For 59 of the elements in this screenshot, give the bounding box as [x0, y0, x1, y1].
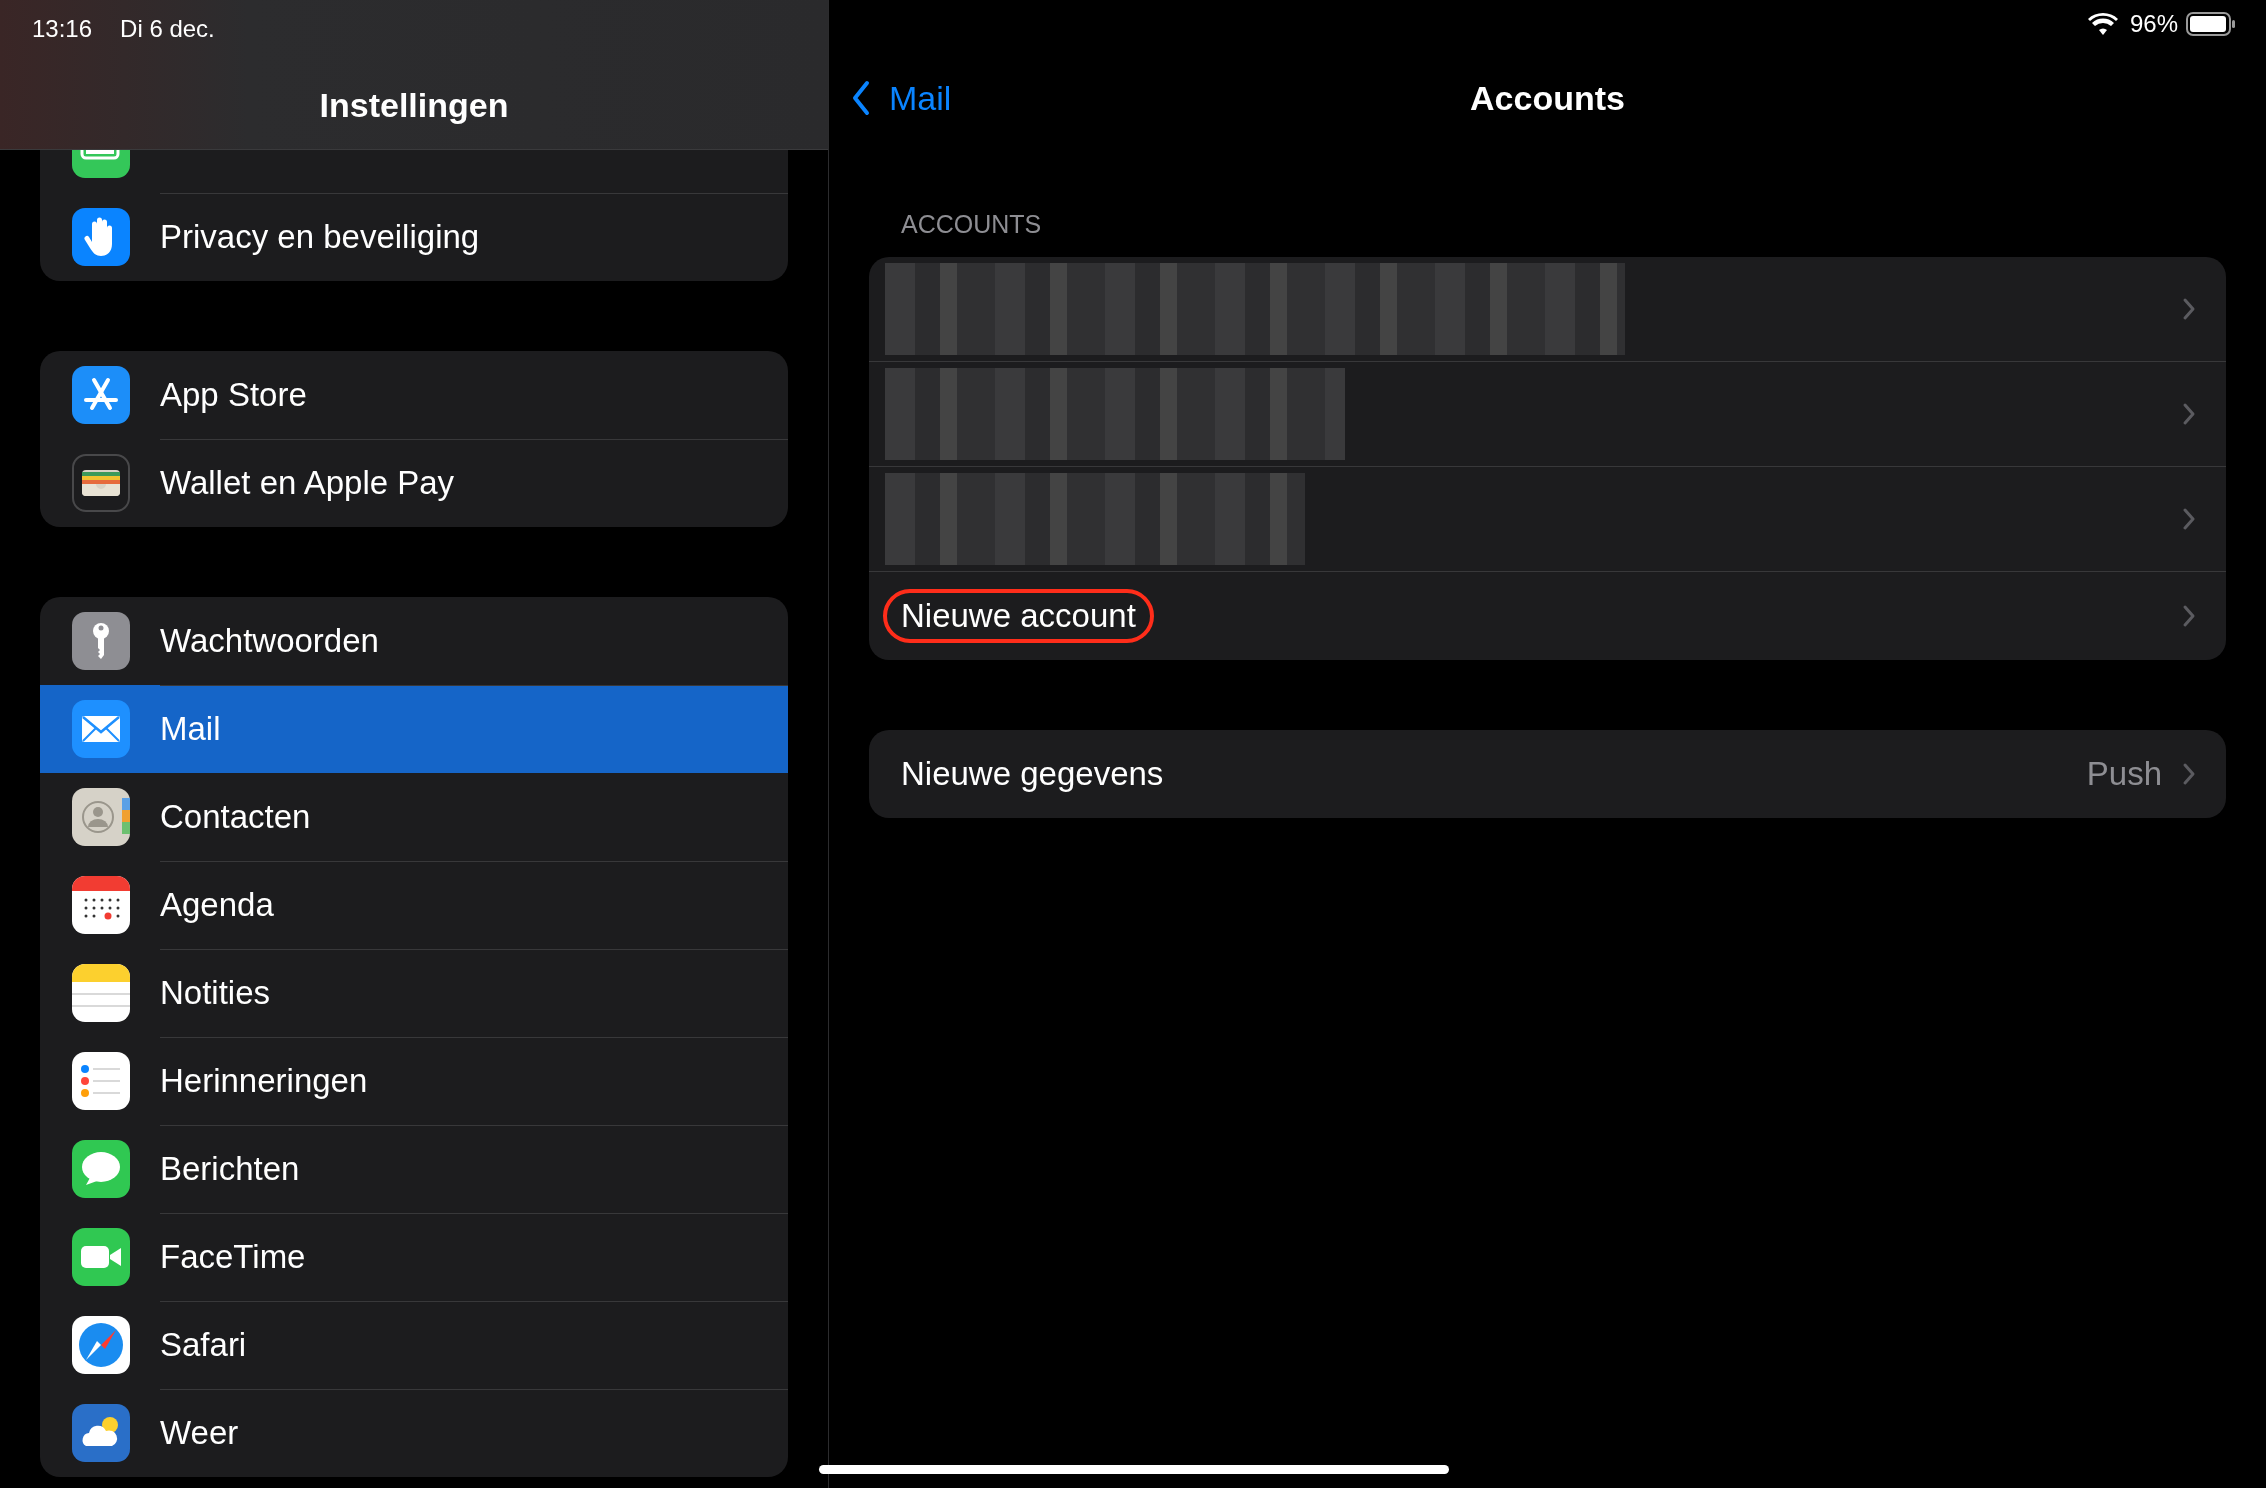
- row-label: Herinneringen: [160, 1061, 368, 1100]
- chevron-right-icon: [2182, 604, 2196, 628]
- status-time: 13:16: [32, 15, 93, 43]
- envelope-icon: [72, 700, 130, 758]
- section-header: ACCOUNTS: [900, 210, 1043, 239]
- settings-row[interactable]: Notities: [40, 949, 788, 1037]
- battery-icon: [2186, 12, 2236, 36]
- settings-row[interactable]: App Store: [40, 351, 788, 439]
- settings-row[interactable]: Safari: [40, 1301, 788, 1389]
- row-label: Wachtwoorden: [160, 621, 379, 660]
- key-icon: [72, 612, 130, 670]
- row-label: App Store: [160, 375, 307, 414]
- battery-percentage: 96%: [2129, 10, 2178, 38]
- row-label: Berichten: [160, 1149, 300, 1188]
- chevron-right-icon: [2182, 297, 2196, 321]
- row-label: Mail: [160, 709, 221, 748]
- row-label: Nieuwe gegevens: [901, 755, 1164, 793]
- settings-row[interactable]: Berichten: [40, 1125, 788, 1213]
- settings-row[interactable]: Wachtwoorden: [40, 597, 788, 685]
- notepad-icon: [72, 964, 130, 1022]
- person-icon: [72, 788, 130, 846]
- settings-row[interactable]: Contacten: [40, 773, 788, 861]
- settings-row[interactable]: Herinneringen: [40, 1037, 788, 1125]
- page-title: Accounts: [1470, 78, 1625, 118]
- back-button[interactable]: Mail: [851, 78, 952, 118]
- wifi-icon: [2087, 13, 2118, 35]
- row-label: Weer: [160, 1414, 239, 1452]
- settings-row[interactable]: Mail: [40, 685, 788, 773]
- row-label: Contacten: [160, 797, 311, 836]
- fetch-setting-row[interactable]: Nieuwe gegevens Push: [869, 730, 2226, 818]
- row-label: Safari: [160, 1325, 247, 1364]
- chevron-right-icon: [2182, 507, 2196, 531]
- speech-bubble-icon: [72, 1140, 130, 1198]
- app-store-icon: [72, 366, 130, 424]
- chevron-right-icon: [2182, 402, 2196, 426]
- chevron-left-icon: [851, 80, 871, 116]
- status-date: Di 6 dec.: [120, 15, 215, 43]
- row-label: Agenda: [160, 885, 274, 924]
- hand-icon: [72, 208, 130, 266]
- add-account-row[interactable]: Nieuwe account: [869, 572, 2226, 660]
- cloud-sun-icon: [72, 1404, 130, 1462]
- video-camera-icon: [72, 1228, 130, 1286]
- row-value: Push: [2086, 755, 2162, 793]
- settings-row[interactable]: Privacy en beveiliging: [40, 193, 788, 281]
- row-label: Wallet en Apple Pay: [160, 464, 455, 502]
- list-icon: [72, 1052, 130, 1110]
- row-label: Nieuwe account: [883, 589, 1154, 643]
- settings-row[interactable]: Agenda: [40, 861, 788, 949]
- row-label: FaceTime: [160, 1237, 306, 1276]
- wallet-icon: [72, 454, 130, 512]
- settings-row[interactable]: FaceTime: [40, 1213, 788, 1301]
- chevron-right-icon: [2182, 762, 2196, 786]
- sidebar-title: Instellingen: [318, 86, 510, 125]
- calendar-icon: [72, 876, 130, 934]
- settings-row[interactable]: Weer: [40, 1389, 788, 1477]
- row-label: Privacy en beveiliging: [160, 218, 480, 256]
- settings-row[interactable]: Wallet en Apple Pay: [40, 439, 788, 527]
- row-label: Notities: [160, 973, 271, 1012]
- compass-icon: [72, 1316, 130, 1374]
